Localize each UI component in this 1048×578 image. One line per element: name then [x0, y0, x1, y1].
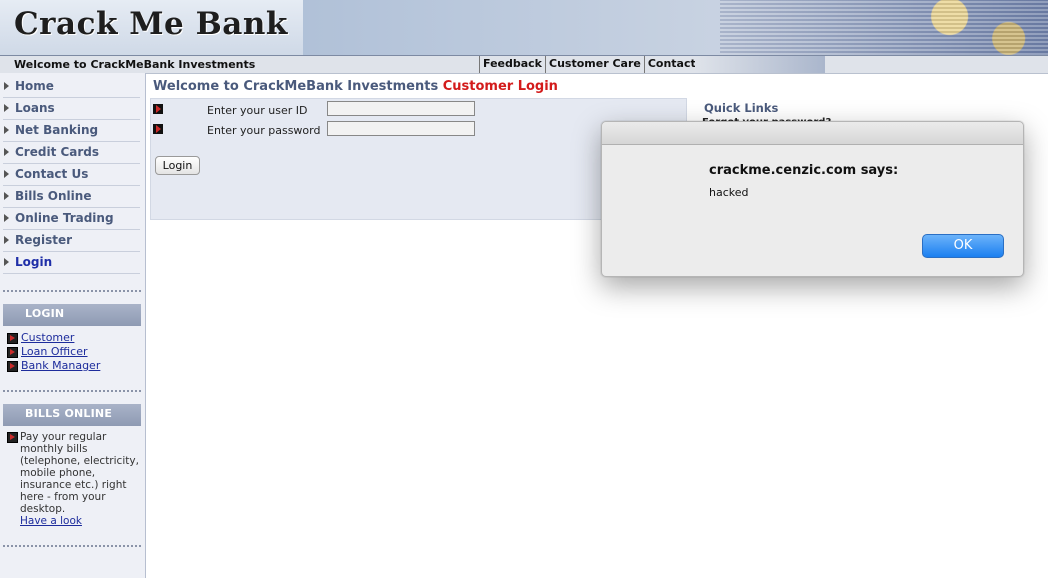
bullet-arrow-icon	[7, 333, 18, 344]
welcome-text: Welcome to CrackMeBank Investments	[14, 58, 256, 71]
feedback-link[interactable]: Feedback	[479, 56, 546, 73]
sidebar-item-net-banking[interactable]: Net Banking	[3, 120, 140, 142]
sidebar-item-label: Login	[15, 255, 53, 269]
page-title-prefix: Welcome to CrackMeBank Investments	[153, 79, 439, 94]
page-title-highlight: Customer Login	[442, 79, 558, 94]
top-links: Feedback Customer Care Contact	[479, 56, 700, 73]
arrow-right-icon	[4, 104, 9, 112]
sidebar-item-label: Online Trading	[15, 211, 114, 225]
bullet-arrow-icon	[7, 361, 18, 372]
sidebar-item-label: Loans	[15, 101, 55, 115]
have-a-look-link[interactable]: Have a look	[20, 515, 82, 527]
arrow-right-icon	[4, 214, 9, 222]
sidebar-item-login[interactable]: Login	[3, 252, 140, 274]
customer-login-link[interactable]: Customer	[21, 331, 74, 344]
arrow-right-icon	[4, 126, 9, 134]
sidebar-item-label: Bills Online	[15, 189, 92, 203]
password-input[interactable]	[327, 121, 475, 136]
login-button[interactable]: Login	[155, 156, 200, 175]
bullet-arrow-icon	[7, 432, 18, 443]
sidebar-item-label: Home	[15, 79, 54, 93]
divider	[3, 545, 141, 547]
user-id-input[interactable]	[327, 101, 475, 116]
contact-link[interactable]: Contact	[645, 56, 700, 73]
banner-decoration	[720, 0, 1048, 55]
logo-box: Crack Me Bank	[0, 0, 303, 55]
sidebar-item-credit-cards[interactable]: Credit Cards	[3, 142, 140, 164]
sidebar-item-loans[interactable]: Loans	[3, 98, 140, 120]
bullet-arrow-icon	[7, 347, 18, 358]
arrow-right-icon	[4, 170, 9, 178]
dialog-title: crackme.cenzic.com says:	[709, 163, 899, 178]
bank-manager-link[interactable]: Bank Manager	[21, 359, 100, 372]
page-title: Welcome to CrackMeBank Investments Custo…	[153, 79, 558, 94]
sidebar-item-register[interactable]: Register	[3, 230, 140, 252]
arrow-right-icon	[4, 236, 9, 244]
arrow-right-icon	[4, 192, 9, 200]
sidebar-item-label: Contact Us	[15, 167, 89, 181]
sidebar-item-home[interactable]: Home	[3, 76, 140, 98]
dialog-titlebar[interactable]	[602, 122, 1023, 145]
sidebar-item-label: Register	[15, 233, 73, 247]
divider	[3, 390, 141, 392]
customer-care-link[interactable]: Customer Care	[546, 56, 645, 73]
sidebar-item-label: Net Banking	[15, 123, 99, 137]
ok-button[interactable]: OK	[922, 234, 1004, 258]
arrow-right-icon	[4, 148, 9, 156]
sidebar-item-online-trading[interactable]: Online Trading	[3, 208, 140, 230]
top-navbar: Welcome to CrackMeBank Investments Feedb…	[0, 55, 1048, 74]
arrow-right-icon	[4, 82, 9, 90]
bullet-arrow-icon	[153, 124, 163, 134]
bills-text: Pay your regular monthly bills (telephon…	[20, 431, 139, 515]
bullet-arrow-icon	[153, 104, 163, 114]
user-id-label: Enter your user ID	[207, 104, 308, 117]
dialog-message: hacked	[709, 186, 749, 199]
bills-section-title: BILLS ONLINE	[25, 407, 113, 420]
bills-description: Pay your regular monthly bills (telephon…	[20, 431, 140, 527]
arrow-right-icon	[4, 258, 9, 266]
sidebar-item-label: Credit Cards	[15, 145, 100, 159]
alert-dialog: crackme.cenzic.com says: hacked OK	[601, 121, 1024, 277]
sidebar-item-contact-us[interactable]: Contact Us	[3, 164, 140, 186]
bank-logo: Crack Me Bank	[14, 6, 288, 42]
navbar-tail	[695, 56, 825, 73]
login-section-header: LOGIN	[3, 304, 141, 326]
login-section-title: LOGIN	[25, 307, 65, 320]
sidebar-item-bills-online[interactable]: Bills Online	[3, 186, 140, 208]
header-banner: Crack Me Bank	[0, 0, 1048, 55]
bills-section-header: BILLS ONLINE	[3, 404, 141, 426]
loan-officer-link[interactable]: Loan Officer	[21, 345, 88, 358]
quick-links-title: Quick Links	[704, 101, 779, 115]
divider	[3, 290, 141, 292]
password-label: Enter your password	[207, 124, 321, 137]
